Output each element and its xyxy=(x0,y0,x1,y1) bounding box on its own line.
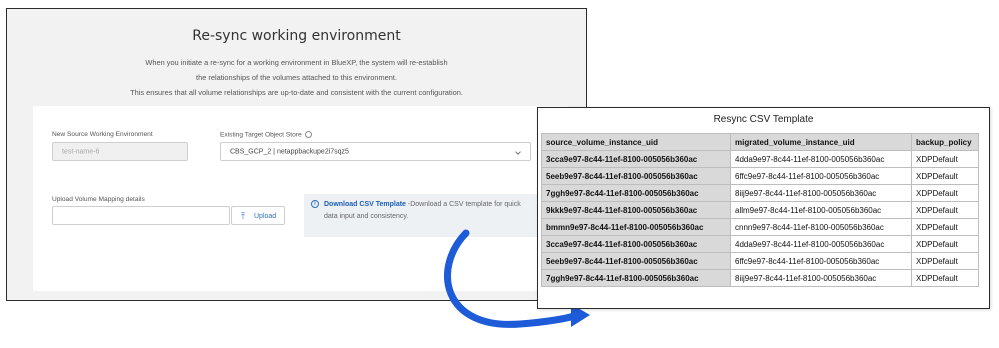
source-label: New Source Working Environment xyxy=(52,131,153,138)
backup-policy-cell: XDPDefault xyxy=(911,167,979,185)
info-icon: i xyxy=(311,200,319,208)
csv-popup-title: Resync CSV Template xyxy=(713,114,814,125)
chevron-down-icon xyxy=(515,149,521,155)
download-csv-template-link[interactable]: Download CSV Template xyxy=(324,201,406,208)
source-uid-cell: 9kkk9e97-8c44-11ef-8100-005056b360ac xyxy=(541,201,731,219)
page-description: When you initiate a re-sync for a workin… xyxy=(47,55,546,100)
upload-button[interactable]: ⤒ Upload xyxy=(231,206,285,225)
upload-icon: ⤒ xyxy=(241,211,245,221)
csv-template-info-box: i Download CSV Template -Download a CSV … xyxy=(304,194,537,237)
upload-file-input[interactable] xyxy=(52,206,230,225)
migrated-uid-cell: 4dda9e97-8c44-11ef-8100-005056b360ac xyxy=(730,235,912,253)
backup-policy-cell: XDPDefault xyxy=(911,150,979,168)
target-object-store-select[interactable]: CBS_GCP_2 | netappbackupe2i7sqz5 xyxy=(220,142,531,161)
upload-button-label: Upload xyxy=(254,213,277,220)
upload-label: Upload Volume Mapping details xyxy=(52,196,145,203)
target-object-store-value: CBS_GCP_2 | netappbackupe2i7sqz5 xyxy=(230,148,349,155)
source-uid-cell: 5eeb9e97-8c44-11ef-8100-005056b360ac xyxy=(541,252,731,270)
backup-policy-cell: XDPDefault xyxy=(911,184,979,202)
migrated-uid-cell: 6ffc9e97-8c44-11ef-8100-005056b360ac xyxy=(730,167,912,185)
table-row: 9kkk9e97-8c44-11ef-8100-005056b360ac all… xyxy=(541,201,979,219)
target-label: Existing Target Object Store xyxy=(220,131,312,138)
column-header: migrated_volume_instance_uid xyxy=(730,133,912,151)
source-uid-cell: 7ggh9e97-8c44-11ef-8100-005056b360ac xyxy=(541,269,731,287)
source-environment-field: test-name-6 xyxy=(52,142,188,161)
resync-screen: Re-sync working environment When you ini… xyxy=(6,8,587,301)
csv-template-table: source_volume_instance_uid migrated_volu… xyxy=(541,133,979,287)
table-row: 3cca9e97-8c44-11ef-8100-005056b360ac 4dd… xyxy=(541,235,979,253)
source-uid-cell: 3cca9e97-8c44-11ef-8100-005056b360ac xyxy=(541,235,731,253)
backup-policy-cell: XDPDefault xyxy=(911,201,979,219)
migrated-uid-cell: 8iij9e97-8c44-11ef-8100-005056b360ac xyxy=(730,269,912,287)
migrated-uid-cell: 4dda9e97-8c44-11ef-8100-005056b360ac xyxy=(730,150,912,168)
table-header-row: source_volume_instance_uid migrated_volu… xyxy=(541,133,979,151)
backup-policy-cell: XDPDefault xyxy=(911,252,979,270)
migrated-uid-cell: cnnn9e97-8c44-11ef-8100-005056b360ac xyxy=(730,218,912,236)
table-row: 5eeb9e97-8c44-11ef-8100-005056b360ac 6ff… xyxy=(541,167,979,185)
migrated-uid-cell: 6ffc9e97-8c44-11ef-8100-005056b360ac xyxy=(730,252,912,270)
source-uid-cell: 7ggh9e97-8c44-11ef-8100-005056b360ac xyxy=(541,184,731,202)
table-row: 5eeb9e97-8c44-11ef-8100-005056b360ac 6ff… xyxy=(541,252,979,270)
page-title: Re-sync working environment xyxy=(192,28,401,44)
column-header: backup_policy xyxy=(911,133,979,151)
source-uid-cell: bmmn9e97-8c44-11ef-8100-005056b360ac xyxy=(541,218,731,236)
backup-policy-cell: XDPDefault xyxy=(911,218,979,236)
backup-policy-cell: XDPDefault xyxy=(911,269,979,287)
column-header: source_volume_instance_uid xyxy=(541,133,731,151)
info-icon[interactable] xyxy=(304,131,312,138)
backup-policy-cell: XDPDefault xyxy=(911,235,979,253)
target-label-text: Existing Target Object Store xyxy=(220,131,302,139)
source-uid-cell: 3cca9e97-8c44-11ef-8100-005056b360ac xyxy=(541,150,731,168)
table-row: 3cca9e97-8c44-11ef-8100-005056b360ac 4dd… xyxy=(541,150,979,168)
table-row: bmmn9e97-8c44-11ef-8100-005056b360ac cnn… xyxy=(541,218,979,236)
description-line-2: the relationships of the volumes attache… xyxy=(196,73,397,82)
source-environment-value: test-name-6 xyxy=(62,148,100,155)
csv-template-popup: Resync CSV Template source_volume_instan… xyxy=(537,107,990,309)
table-row: 7ggh9e97-8c44-11ef-8100-005056b360ac 8ii… xyxy=(541,184,979,202)
migrated-uid-cell: 8iij9e97-8c44-11ef-8100-005056b360ac xyxy=(730,184,912,202)
source-uid-cell: 5eeb9e97-8c44-11ef-8100-005056b360ac xyxy=(541,167,731,185)
description-line-1: When you initiate a re-sync for a workin… xyxy=(145,58,448,67)
table-row: 7ggh9e97-8c44-11ef-8100-005056b360ac 8ii… xyxy=(541,269,979,287)
description-line-3: This ensures that all volume relationshi… xyxy=(130,88,463,97)
migrated-uid-cell: allm9e97-8c44-11ef-8100-005056b360ac xyxy=(730,201,912,219)
